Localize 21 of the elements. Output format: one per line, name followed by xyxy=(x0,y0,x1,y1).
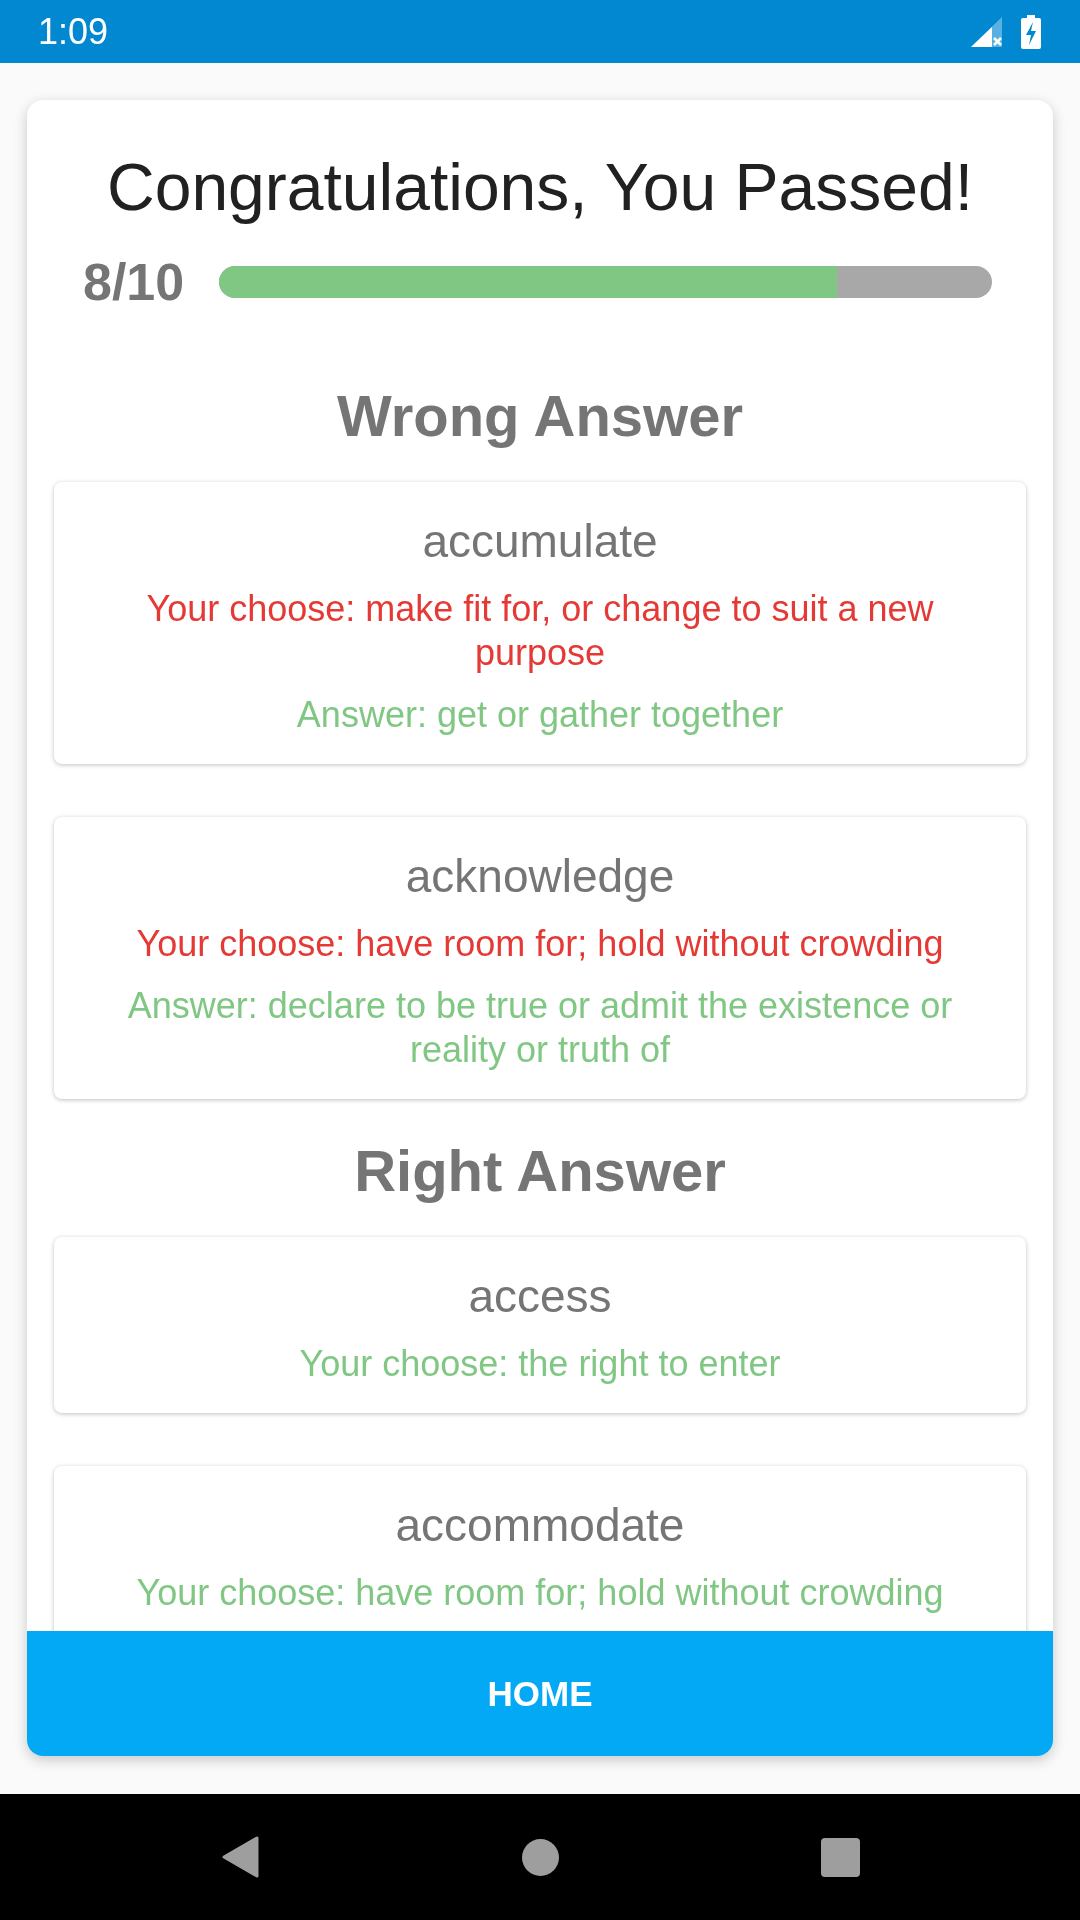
signal-icon xyxy=(971,16,1002,47)
answer-word: acknowledge xyxy=(405,849,675,904)
score-text: 8/10 xyxy=(83,252,185,312)
section-heading: Wrong Answer xyxy=(337,382,743,450)
recents-square-icon[interactable] xyxy=(820,1837,860,1877)
home-circle-icon[interactable] xyxy=(521,1838,559,1876)
correct-answer-text: Your choose: the right to enter xyxy=(299,1342,781,1386)
wrong-choice-text: Your choose: have room for; hold without crowding xyxy=(136,922,944,966)
correct-answer-text: Answer: declare to be true or admit the existence or reality or truth of xyxy=(126,984,954,1072)
correct-answer-text: Answer: get or gather together xyxy=(296,693,784,737)
result-title: Congratulations, You Passed! xyxy=(107,149,973,226)
correct-answer-text: Your choose: have room for; hold without crowding xyxy=(136,1571,944,1615)
wrong-choice-text: Your choose: make fit for, or change to suit a new purpose xyxy=(145,587,935,675)
answer-word: accommodate xyxy=(395,1498,685,1553)
section-heading: Right Answer xyxy=(354,1137,726,1205)
back-icon[interactable] xyxy=(221,1836,259,1878)
battery-charging-icon xyxy=(1021,14,1041,49)
answer-word: access xyxy=(468,1269,612,1324)
answer-word: accumulate xyxy=(422,514,658,569)
home-button[interactable]: HOME xyxy=(27,1631,1053,1756)
status-time: 1:09 xyxy=(38,9,109,54)
